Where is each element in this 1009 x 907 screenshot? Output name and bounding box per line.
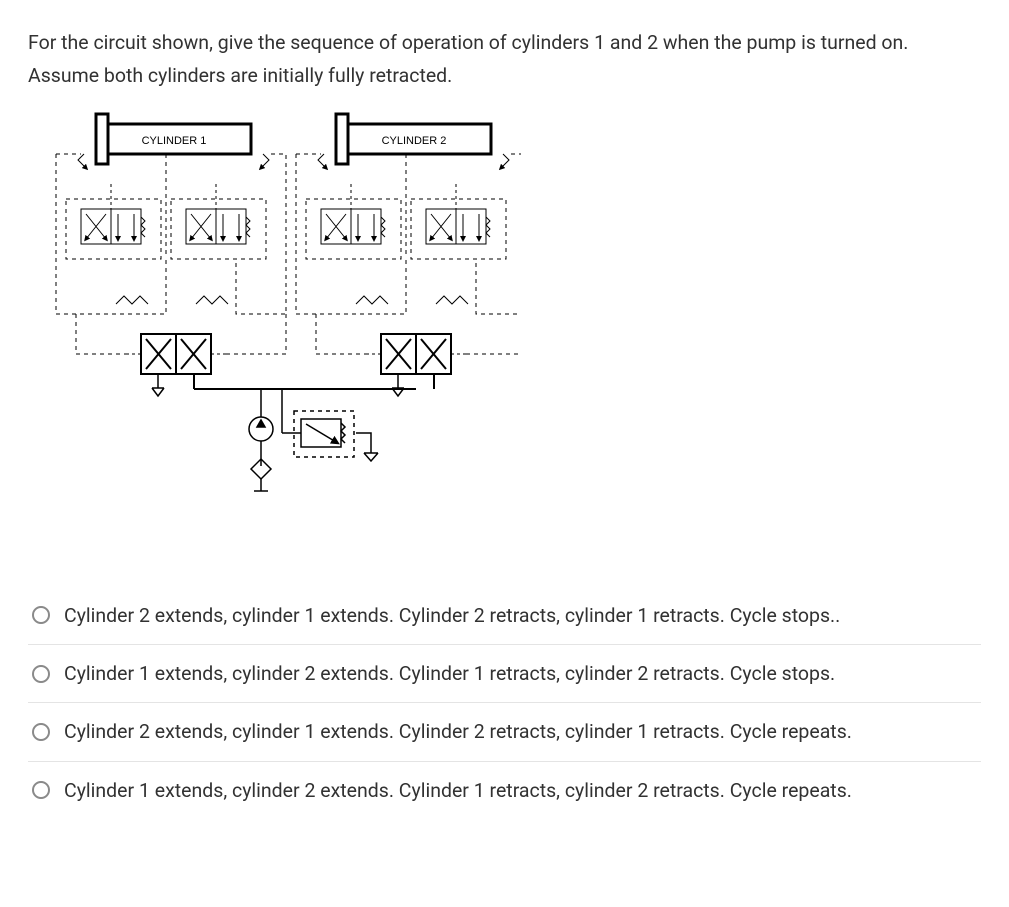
answer-options: Cylinder 2 extends, cylinder 1 extends. … (28, 587, 981, 819)
option-3[interactable]: Cylinder 2 extends, cylinder 1 extends. … (28, 703, 981, 761)
option-4-label: Cylinder 1 extends, cylinder 2 extends. … (64, 776, 977, 805)
option-1-label: Cylinder 2 extends, cylinder 1 extends. … (64, 601, 977, 630)
circuit-diagram: CYLINDER 1 (46, 109, 981, 517)
hydraulic-schematic-svg: CYLINDER 1 (46, 109, 521, 509)
option-2-label: Cylinder 1 extends, cylinder 2 extends. … (64, 659, 977, 688)
option-2[interactable]: Cylinder 1 extends, cylinder 2 extends. … (28, 645, 981, 703)
question-line-1: For the circuit shown, give the sequence… (28, 28, 981, 57)
option-4[interactable]: Cylinder 1 extends, cylinder 2 extends. … (28, 762, 981, 819)
radio-icon (32, 606, 50, 624)
radio-icon (32, 723, 50, 741)
option-3-label: Cylinder 2 extends, cylinder 1 extends. … (64, 717, 977, 746)
question-line-2: Assume both cylinders are initially full… (28, 61, 981, 90)
radio-icon (32, 665, 50, 683)
option-1[interactable]: Cylinder 2 extends, cylinder 1 extends. … (28, 587, 981, 645)
question-text: For the circuit shown, give the sequence… (28, 28, 981, 91)
cylinder-2-label: CYLINDER 2 (382, 135, 447, 147)
cylinder-1-label: CYLINDER 1 (142, 135, 207, 147)
radio-icon (32, 781, 50, 799)
